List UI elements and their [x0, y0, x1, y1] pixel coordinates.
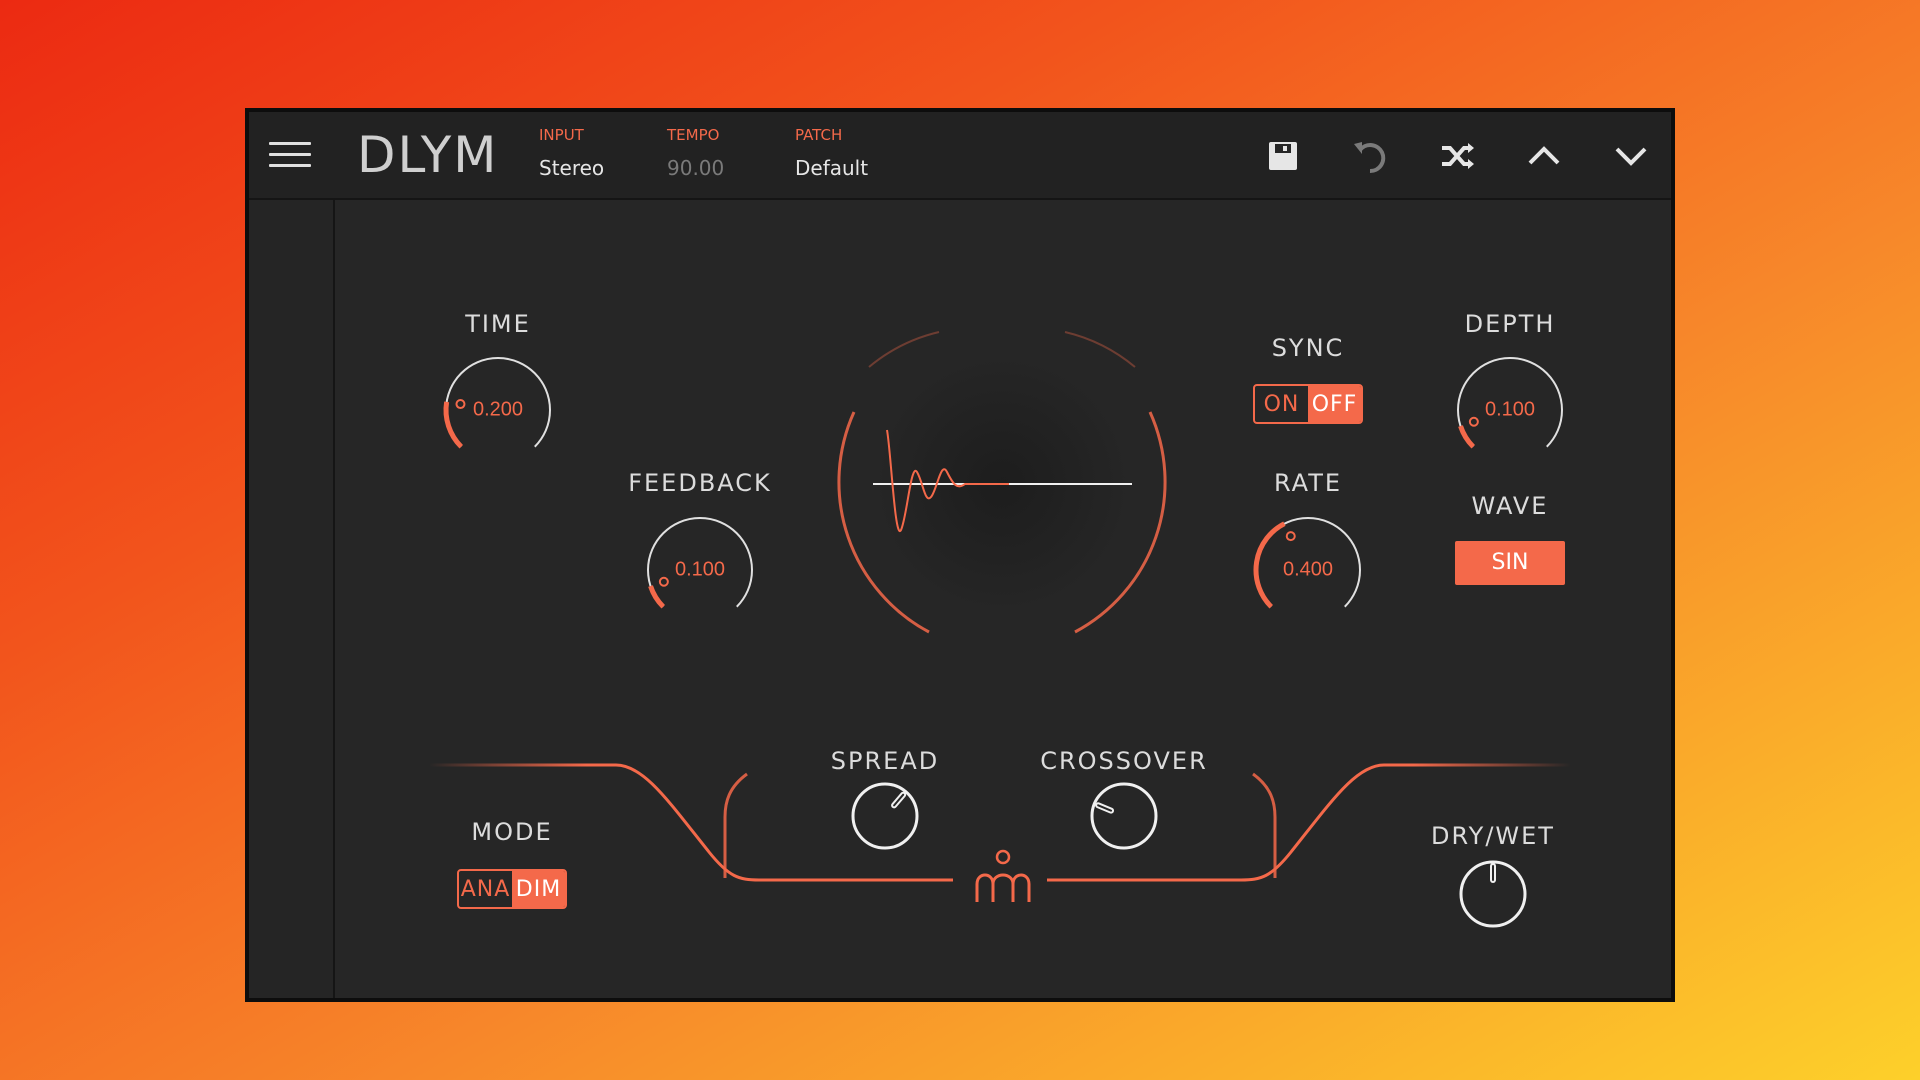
crossover-label: CROSSOVER [1040, 747, 1208, 775]
rate-label: RATE [1273, 469, 1343, 497]
sync-off-option[interactable]: OFF [1308, 386, 1361, 422]
spread-knob[interactable] [849, 780, 921, 852]
tempo-label: TEMPO [667, 126, 720, 144]
input-selector[interactable]: INPUT Stereo [539, 126, 604, 180]
depth-label: DEPTH [1464, 310, 1556, 338]
depth-knob-fill [1458, 425, 1476, 449]
save-icon[interactable] [1259, 134, 1307, 178]
rate-knob[interactable]: 0.400 [1246, 508, 1370, 632]
mode-dim-option[interactable]: DIM [512, 871, 565, 907]
mode-toggle[interactable]: ANA DIM [457, 869, 567, 909]
app-logo: DLYM [357, 126, 499, 184]
feedback-value: 0.100 [674, 558, 726, 581]
sync-toggle[interactable]: ON OFF [1253, 384, 1363, 424]
input-label: INPUT [539, 126, 584, 144]
patch-label: PATCH [795, 126, 843, 144]
plugin-window: DLYM INPUT Stereo TEMPO 90.00 PATCH Defa… [245, 108, 1675, 1002]
chevron-up-icon[interactable] [1520, 134, 1568, 178]
time-label: TIME [465, 310, 531, 338]
rate-knob-indicator [1285, 531, 1296, 542]
hamburger-menu-icon[interactable] [269, 140, 313, 170]
waveform-display-bg [872, 354, 1132, 614]
spread-knob-body [851, 782, 919, 850]
brand-mark-icon [975, 849, 1031, 902]
shuffle-icon[interactable] [1433, 134, 1481, 178]
sidebar [249, 112, 335, 998]
tempo-field[interactable]: TEMPO 90.00 [667, 126, 724, 180]
wave-select-button[interactable]: SIN [1455, 541, 1565, 585]
mode-label: MODE [471, 818, 553, 846]
mode-ana-option[interactable]: ANA [459, 871, 512, 907]
wave-label: WAVE [1471, 492, 1549, 520]
waveform-trace [886, 429, 1009, 532]
header-bar: DLYM INPUT Stereo TEMPO 90.00 PATCH Defa… [249, 112, 1671, 200]
crossover-knob[interactable] [1088, 780, 1160, 852]
patch-selector[interactable]: PATCH Default [795, 126, 868, 180]
feedback-knob[interactable]: 0.100 [638, 508, 762, 632]
time-knob[interactable]: 0.200 [436, 348, 560, 472]
crossover-knob-body [1090, 782, 1158, 850]
feedback-label: FEEDBACK [628, 469, 772, 497]
time-value: 0.200 [472, 398, 524, 421]
input-value: Stereo [539, 156, 605, 180]
tempo-value: 90.00 [667, 156, 725, 180]
patch-value: Default [795, 156, 869, 180]
drywet-label: DRY/WET [1431, 822, 1555, 850]
depth-value: 0.100 [1484, 398, 1536, 421]
spread-label: SPREAD [830, 747, 940, 775]
sync-label: SYNC [1271, 334, 1345, 362]
undo-icon[interactable] [1346, 134, 1394, 178]
feedback-knob-fill [648, 585, 666, 609]
chevron-down-icon[interactable] [1607, 134, 1655, 178]
drywet-knob[interactable] [1457, 858, 1529, 930]
rate-value: 0.400 [1282, 558, 1334, 581]
sync-on-option[interactable]: ON [1255, 386, 1308, 422]
depth-knob[interactable]: 0.100 [1448, 348, 1572, 472]
